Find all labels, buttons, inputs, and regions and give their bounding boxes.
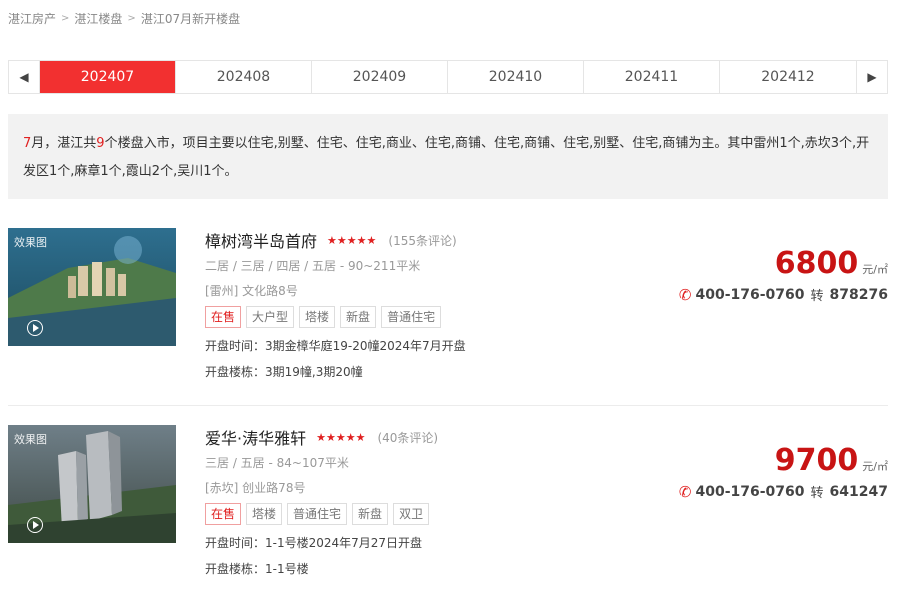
listing-specs: 三居 / 五居 - 84~107平米 [205, 456, 349, 470]
star-icon: ★ [355, 430, 366, 444]
phone-icon: ✆ [678, 285, 692, 304]
listing-tags: 在售 大户型 塔楼 新盘 普通住宅 [205, 306, 685, 328]
star-icon: ★ [345, 430, 356, 444]
price-unit: 元/㎡ [862, 460, 888, 473]
star-icon: ★ [366, 233, 377, 247]
review-count[interactable]: (40条评论) [377, 429, 438, 446]
tab-202407[interactable]: 202407 [40, 61, 176, 93]
phone-ext: 641247 [829, 483, 888, 500]
price-value: 6800 [774, 246, 859, 281]
listing-info: 爱华·涛华雅轩 ★ ★ ★ ★ ★ (40条评论) 三居 / 五居 - 84~1… [205, 425, 685, 578]
breadcrumb-sep-icon: > [61, 13, 70, 24]
open-buildings: 开盘楼栋：1-1号楼 [205, 562, 309, 576]
listing-item: 效果图 爱华·涛华雅轩 ★ ★ ★ ★ ★ (40条评论) 三居 / 五居 - … [8, 425, 888, 591]
phone-line[interactable]: ✆ 400-176-0760 转 878276 [648, 285, 888, 305]
divider [8, 405, 888, 406]
feature-tag: 塔楼 [299, 306, 336, 328]
rendering-tag: 效果图 [14, 236, 47, 249]
listing-specs: 二居 / 三居 / 四居 / 五居 - 90~211平米 [205, 259, 421, 273]
play-icon[interactable] [27, 320, 43, 336]
tab-list: 202407 202408 202409 202410 202411 20241… [40, 61, 856, 93]
rating-stars: ★ ★ ★ ★ ★ [327, 234, 376, 247]
status-badge: 在售 [205, 503, 242, 525]
breadcrumb-home[interactable]: 湛江房产 [8, 10, 56, 27]
listing-item: 效果图 樟树湾半岛首府 ★ ★ ★ ★ ★ (155条评论) 二居 / 三居 /… [8, 228, 888, 418]
phone-ext: 878276 [829, 286, 888, 303]
listing-info: 樟树湾半岛首府 ★ ★ ★ ★ ★ (155条评论) 二居 / 三居 / 四居 … [205, 228, 685, 381]
summary-count: 9 [96, 136, 105, 151]
review-count[interactable]: (155条评论) [388, 232, 456, 249]
price-value: 9700 [774, 443, 859, 478]
feature-tag: 双卫 [393, 503, 430, 525]
month-tabs: ◀ 202407 202408 202409 202410 202411 202… [8, 60, 888, 94]
listing-tags: 在售 塔楼 普通住宅 新盘 双卫 [205, 503, 685, 525]
ext-label: 转 [810, 289, 824, 304]
rendering-tag: 效果图 [14, 433, 47, 446]
play-icon[interactable] [27, 517, 43, 533]
price-unit: 元/㎡ [862, 263, 888, 276]
phone-line[interactable]: ✆ 400-176-0760 转 641247 [648, 482, 888, 502]
arrow-right-icon[interactable]: ▶ [856, 61, 887, 93]
arrow-left-icon[interactable]: ◀ [9, 61, 40, 93]
open-buildings: 开盘楼栋：3期19幢,3期20幢 [205, 365, 363, 379]
status-badge: 在售 [205, 306, 242, 328]
feature-tag: 普通住宅 [381, 306, 442, 328]
listing-address: [赤坎] 创业路78号 [205, 481, 306, 495]
tab-202408[interactable]: 202408 [176, 61, 312, 93]
listing-title[interactable]: 樟树湾半岛首府 [205, 228, 317, 252]
breadcrumb: 湛江房产 > 湛江楼盘 > 湛江07月新开楼盘 [8, 10, 240, 27]
summary-text-1: 月，湛江共 [31, 136, 97, 151]
breadcrumb-current: 湛江07月新开楼盘 [140, 12, 241, 26]
feature-tag: 塔楼 [246, 503, 283, 525]
listing-thumbnail[interactable]: 效果图 [8, 425, 176, 543]
month-summary: 7月，湛江共9个楼盘入市，项目主要以住宅,别墅、住宅、住宅,商业、住宅,商铺、住… [8, 114, 888, 199]
summary-text-2: 个楼盘入市，项目主要以住宅,别墅、住宅、住宅,商业、住宅,商铺、住宅,商铺、住宅… [23, 136, 870, 179]
tab-202411[interactable]: 202411 [584, 61, 720, 93]
feature-tag: 普通住宅 [287, 503, 348, 525]
tab-202412[interactable]: 202412 [720, 61, 856, 93]
star-icon: ★ [356, 233, 367, 247]
phone-number: 400-176-0760 [695, 483, 805, 500]
tab-202409[interactable]: 202409 [312, 61, 448, 93]
phone-icon: ✆ [678, 482, 692, 501]
price-box: 9700 元/㎡ ✆ 400-176-0760 转 641247 [648, 443, 888, 501]
open-time: 开盘时间：3期金樟华庭19-20幢2024年7月开盘 [205, 339, 466, 353]
breadcrumb-sep-icon: > [127, 13, 136, 24]
breadcrumb-loupan[interactable]: 湛江楼盘 [74, 10, 122, 27]
star-icon: ★ [335, 430, 346, 444]
star-icon: ★ [327, 233, 337, 247]
feature-tag: 大户型 [246, 306, 295, 328]
feature-tag: 新盘 [352, 503, 389, 525]
star-icon: ★ [316, 430, 326, 444]
listing-address: [雷州] 文化路8号 [205, 284, 298, 298]
star-icon: ★ [346, 233, 357, 247]
phone-number: 400-176-0760 [695, 286, 805, 303]
rating-stars: ★ ★ ★ ★ ★ [316, 431, 365, 444]
tab-202410[interactable]: 202410 [448, 61, 584, 93]
star-icon: ★ [325, 430, 336, 444]
listing-thumbnail[interactable]: 效果图 [8, 228, 176, 346]
star-icon: ★ [336, 233, 347, 247]
listing-title[interactable]: 爱华·涛华雅轩 [205, 425, 306, 449]
open-time: 开盘时间：1-1号楼2024年7月27日开盘 [205, 536, 423, 550]
feature-tag: 新盘 [340, 306, 377, 328]
price-box: 6800 元/㎡ ✆ 400-176-0760 转 878276 [648, 246, 888, 304]
ext-label: 转 [810, 486, 824, 501]
